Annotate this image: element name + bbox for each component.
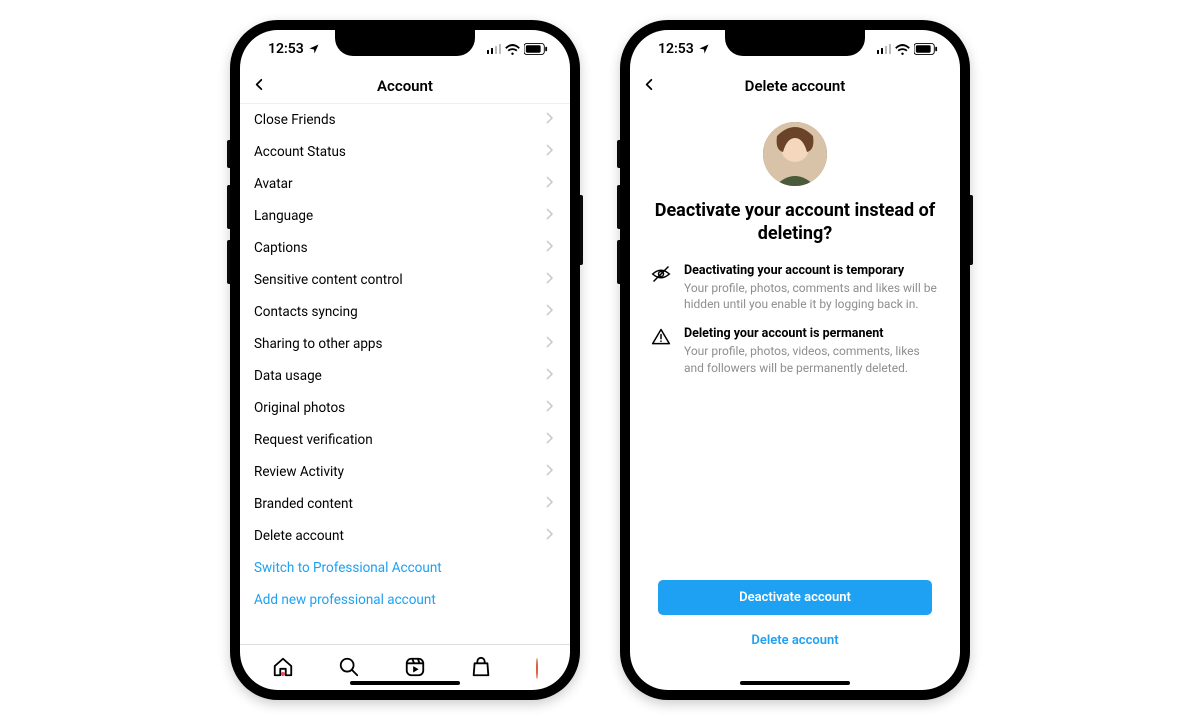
notch [725,30,865,56]
item-request-verification[interactable]: Request verification [240,424,570,456]
tab-home[interactable] [272,656,294,682]
list-item-label: Request verification [254,432,373,448]
item-close-friends[interactable]: Close Friends [240,104,570,136]
tab-reels[interactable] [404,656,426,682]
item-account-status[interactable]: Account Status [240,136,570,168]
list-item-label: Review Activity [254,464,344,480]
item-branded-content[interactable]: Branded content [240,488,570,520]
warning-icon [650,326,672,375]
profile-avatar [763,122,827,186]
phone-right: 12:53 Delete account [620,20,970,700]
nav-header: Delete account [630,68,960,104]
battery-icon [914,43,938,55]
chevron-right-icon [546,176,554,192]
chevron-right-icon [546,304,554,320]
list-item-label: Original photos [254,400,345,416]
back-button[interactable] [642,77,656,96]
tab-search[interactable] [338,656,360,682]
info-heading: Deleting your account is permanent [684,326,940,341]
wifi-icon [895,44,910,55]
link-switch-professional[interactable]: Switch to Professional Account [240,552,570,584]
chevron-right-icon [546,112,554,128]
deactivate-button[interactable]: Deactivate account [658,580,932,615]
chevron-right-icon [546,208,554,224]
delete-button[interactable]: Delete account [658,623,932,658]
delete-account-content: Deactivate your account instead of delet… [630,104,960,690]
list-item-label: Sharing to other apps [254,336,382,352]
list-item-label: Branded content [254,496,353,512]
item-sensitive-content[interactable]: Sensitive content control [240,264,570,296]
chevron-right-icon [546,432,554,448]
list-item-label: Language [254,208,313,224]
item-review-activity[interactable]: Review Activity [240,456,570,488]
screen-left: 12:53 Account Close Friend [240,30,570,690]
phone-left: 12:53 Account Close Friend [230,20,580,700]
chevron-right-icon [546,240,554,256]
page-title: Account [377,77,433,95]
item-sharing-apps[interactable]: Sharing to other apps [240,328,570,360]
chevron-right-icon [546,528,554,544]
info-heading: Deactivating your account is temporary [684,263,940,278]
info-sub: Your profile, photos, comments and likes… [684,280,940,312]
notch [335,30,475,56]
eye-off-icon [650,263,672,312]
back-button[interactable] [252,76,266,95]
item-captions[interactable]: Captions [240,232,570,264]
list-item-label: Contacts syncing [254,304,358,320]
item-data-usage[interactable]: Data usage [240,360,570,392]
chevron-right-icon [546,336,554,352]
chevron-right-icon [546,400,554,416]
status-time: 12:53 [658,41,694,57]
wifi-icon [505,44,520,55]
item-language[interactable]: Language [240,200,570,232]
location-icon [308,43,320,55]
tab-shop[interactable] [470,656,492,682]
cellular-icon [487,44,502,54]
list-item-label: Account Status [254,144,346,160]
tab-profile[interactable] [536,659,538,678]
chevron-right-icon [546,496,554,512]
home-indicator[interactable] [350,681,460,685]
info-row-delete: Deleting your account is permanent Your … [650,326,940,375]
list-item-label: Captions [254,240,308,256]
item-delete-account[interactable]: Delete account [240,520,570,552]
status-time: 12:53 [268,41,304,57]
battery-icon [524,43,548,55]
cellular-icon [877,44,892,54]
chevron-right-icon [546,272,554,288]
item-original-photos[interactable]: Original photos [240,392,570,424]
page-title: Delete account [745,77,846,95]
list-item-label: Delete account [254,528,344,544]
home-indicator[interactable] [740,681,850,685]
list-item-label: Avatar [254,176,293,192]
list-item-label: Close Friends [254,112,336,128]
chevron-right-icon [546,368,554,384]
list-item-label: Sensitive content control [254,272,403,288]
link-add-professional[interactable]: Add new professional account [240,584,570,616]
deactivate-heading: Deactivate your account instead of delet… [650,200,940,245]
list-item-label: Data usage [254,368,322,384]
item-contacts-syncing[interactable]: Contacts syncing [240,296,570,328]
avatar-icon [536,658,538,679]
location-icon [698,43,710,55]
nav-header: Account [240,68,570,104]
screen-right: 12:53 Delete account [630,30,960,690]
item-avatar[interactable]: Avatar [240,168,570,200]
chevron-right-icon [546,144,554,160]
chevron-right-icon [546,464,554,480]
info-row-deactivate: Deactivating your account is temporary Y… [650,263,940,312]
settings-list[interactable]: Close Friends Account Status Avatar Lang… [240,104,570,644]
info-sub: Your profile, photos, videos, comments, … [684,343,940,375]
